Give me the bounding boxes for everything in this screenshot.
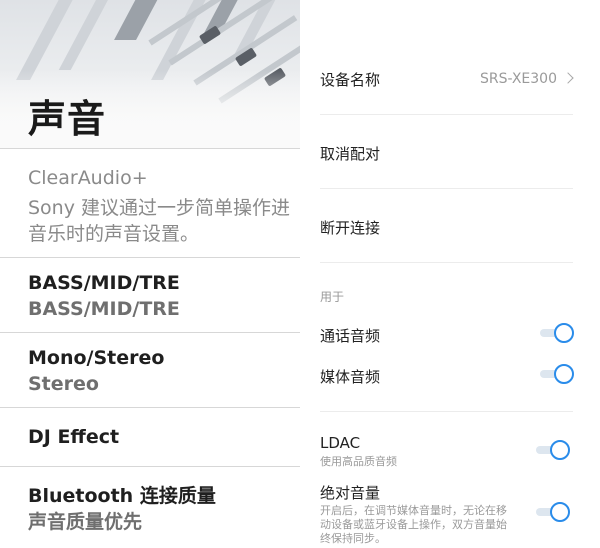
item-label: Bluetooth 连接质量 xyxy=(28,485,216,507)
absolute-volume-toggle[interactable] xyxy=(536,502,570,522)
device-name-value: SRS-XE300 xyxy=(479,71,557,87)
clearaudio-desc-line2: 音乐时的声音设置。 xyxy=(28,223,200,245)
page-title: 声音 xyxy=(28,97,107,141)
item-label: DJ Effect xyxy=(28,426,120,448)
item-value: BASS/MID/TRE xyxy=(28,298,180,320)
item-value: Stereo xyxy=(28,373,99,395)
clearaudio-desc-line1: Sony 建议通过一步简单操作进 xyxy=(28,197,291,219)
clearaudio-label: ClearAudio+ xyxy=(28,167,148,189)
list-item-bass-mid-tre[interactable]: BASS/MID/TRE BASS/MID/TRE xyxy=(0,257,300,332)
media-audio-label: 媒体音频 xyxy=(320,368,381,386)
used-for-header: 用于 xyxy=(320,290,345,304)
ldac-toggle[interactable] xyxy=(536,440,570,460)
absolute-volume-desc-line1: 开启后，在调节媒体音量时，无论在移 xyxy=(320,504,507,517)
unpair-button[interactable]: 取消配对 xyxy=(320,143,380,164)
ldac-label: LDAC xyxy=(320,434,361,452)
call-audio-label: 通话音频 xyxy=(320,327,381,345)
list-item-dj-effect[interactable]: DJ Effect xyxy=(0,407,300,466)
item-label: BASS/MID/TRE xyxy=(28,272,180,294)
call-audio-toggle[interactable] xyxy=(540,323,574,343)
divider xyxy=(320,188,573,189)
device-name-label: 设备名称 xyxy=(320,71,381,89)
item-label: Mono/Stereo xyxy=(28,347,165,369)
absolute-volume-label: 绝对音量 xyxy=(320,484,381,502)
divider xyxy=(320,411,573,412)
bluetooth-device-panel: 设备名称 SRS-XE300 取消配对 断开连接 用于 通话音频 媒体音频 LD… xyxy=(300,0,600,548)
absolute-volume-desc-line2: 动设备或蓝牙设备上操作，双方音量始 xyxy=(320,518,507,531)
sound-settings-panel: 声音 ClearAudio+ Sony 建议通过一步简单操作进 音乐时的声音设置… xyxy=(0,0,300,548)
ldac-sub: 使用高品质音频 xyxy=(320,455,397,468)
list-item-bluetooth-quality[interactable]: Bluetooth 连接质量 声音质量优先 xyxy=(0,466,300,548)
divider xyxy=(320,262,573,263)
list-item-mono-stereo[interactable]: Mono/Stereo Stereo xyxy=(0,332,300,407)
clearaudio-row[interactable]: ClearAudio+ Sony 建议通过一步简单操作进 音乐时的声音设置。 xyxy=(0,148,300,257)
disconnect-button[interactable]: 断开连接 xyxy=(320,217,380,238)
absolute-volume-desc-line3: 终保持同步。 xyxy=(320,532,386,545)
item-value: 声音质量优先 xyxy=(28,511,143,533)
divider xyxy=(320,114,573,115)
media-audio-toggle[interactable] xyxy=(540,364,574,384)
